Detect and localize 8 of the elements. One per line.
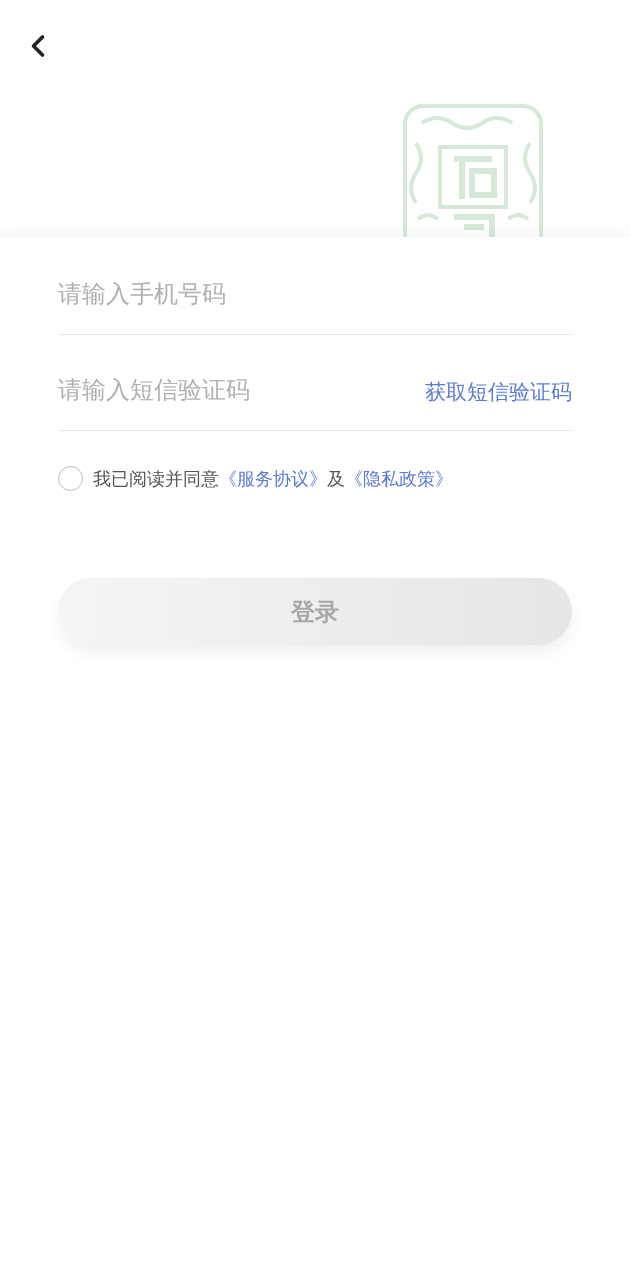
code-field[interactable]: 请输入短信验证码 [58,372,413,408]
get-code-link[interactable]: 获取短信验证码 [425,376,572,408]
agreement-text: 我已阅读并同意《服务协议》及《隐私政策》 [93,467,453,491]
phone-field[interactable]: 请输入手机号码 [58,276,572,312]
agreement-link[interactable]: 《隐私政策》 [345,468,453,489]
agreement-checkbox[interactable] [58,466,83,491]
agreement-link[interactable]: 《服务协议》 [219,468,327,489]
seal-logo-icon [402,103,544,237]
